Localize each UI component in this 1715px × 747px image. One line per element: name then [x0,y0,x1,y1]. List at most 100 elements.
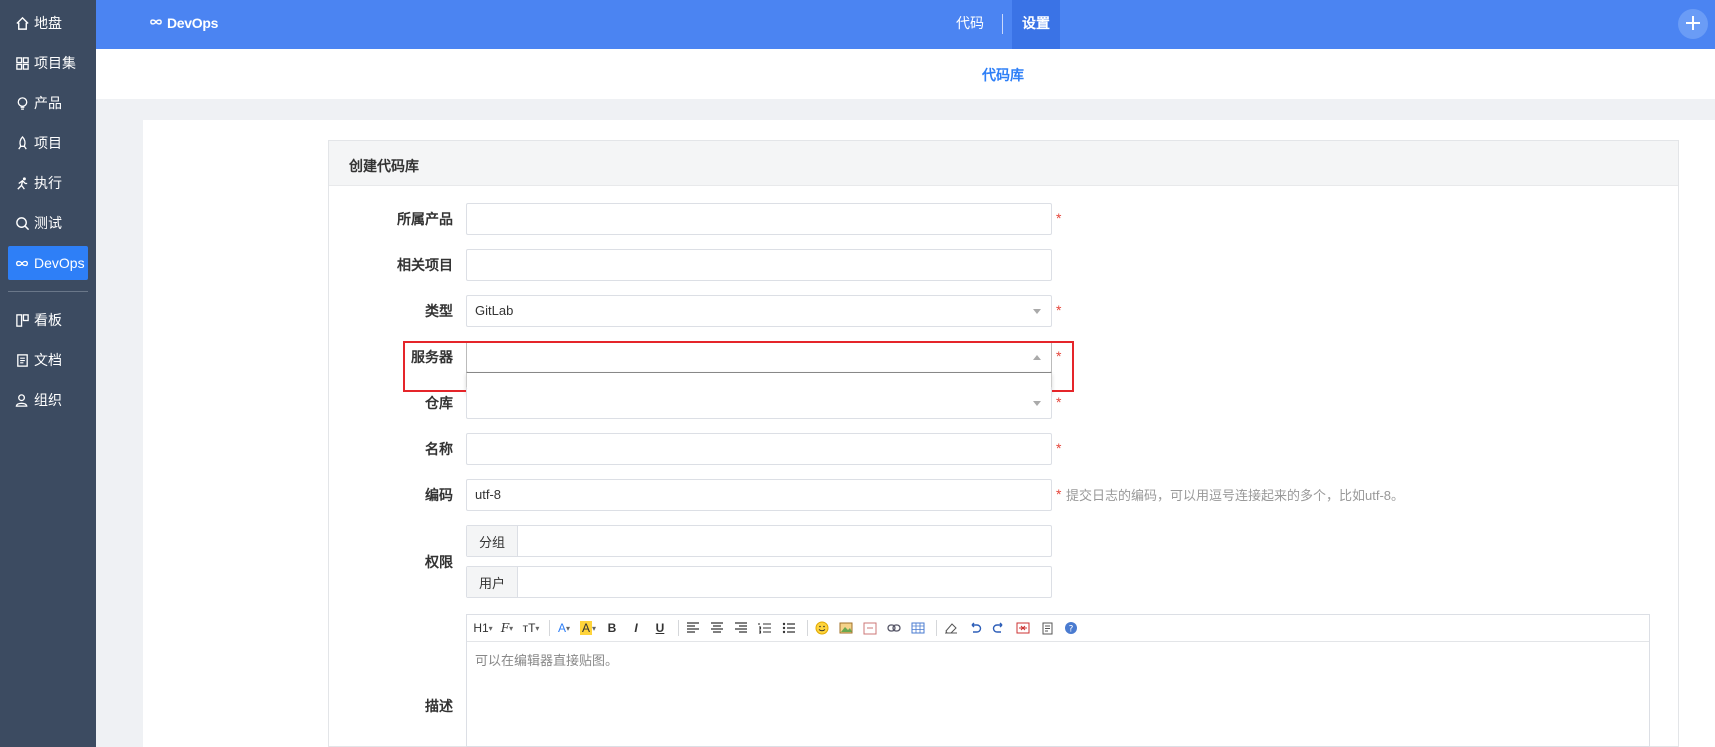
lightbulb-icon [14,95,30,111]
unordered-list-icon[interactable] [779,618,799,638]
sidebar-item-label: 地盘 [34,15,62,31]
encoding-hint: 提交日志的编码，可以用逗号连接起来的多个，比如utf-8。 [1066,488,1405,503]
table-icon[interactable] [908,618,928,638]
infinity-icon [148,15,164,31]
template-icon[interactable] [1037,618,1057,638]
project-label: 相关项目 [397,257,453,273]
sidebar-item-doc[interactable]: 文档 [8,343,88,377]
top-bar: DevOps 代码 设置 [96,0,1715,49]
acl-group-input[interactable]: 分组 [466,525,1052,557]
font-size-button[interactable]: тT ▾ [521,618,541,638]
ordered-list-icon[interactable] [755,618,775,638]
flash-icon[interactable] [860,618,880,638]
align-center-icon[interactable] [707,618,727,638]
chevron-up-icon [1033,355,1041,360]
subnav-item-repo[interactable]: 代码库 [982,65,1024,85]
sidebar-item-org[interactable]: 组织 [8,383,88,417]
run-icon [14,175,30,191]
acl-user-addon: 用户 [467,567,518,597]
server-select[interactable] [466,341,1052,373]
sidebar-item-dashboard[interactable]: 地盘 [8,6,88,40]
eraser-icon[interactable] [941,618,961,638]
align-left-icon[interactable] [683,618,703,638]
toolbar-separator [678,620,679,636]
sidebar-item-kanban[interactable]: 看板 [8,303,88,337]
kanban-icon [14,312,30,328]
bold-button[interactable]: B [602,618,622,638]
app-brand[interactable]: DevOps [148,15,218,31]
rocket-icon [14,135,30,151]
toolbar-separator [936,620,937,636]
sidebar-item-label: 组织 [34,392,62,408]
sidebar-item-devops[interactable]: DevOps [8,246,88,280]
image-icon[interactable] [836,618,856,638]
sidebar-item-label: 文档 [34,352,62,368]
emoji-icon[interactable] [812,618,832,638]
sidebar-item-project[interactable]: 项目 [8,126,88,160]
book-icon [14,352,30,368]
sidebar-item-execution[interactable]: 执行 [8,166,88,200]
tab-code[interactable]: 代码 [946,0,994,49]
repo-label: 仓库 [425,395,453,411]
help-icon[interactable]: ? [1061,618,1081,638]
tab-separator [1002,14,1003,34]
grid-icon [14,55,30,71]
sidebar-item-label: 执行 [34,175,62,191]
infinity-icon [14,255,30,271]
encoding-label: 编码 [425,487,453,503]
sidebar: 地盘 项目集 产品 项目 执行 测试 DevOps 看板 文档 组织 [0,0,96,747]
acl-user-input[interactable]: 用户 [466,566,1052,598]
chevron-down-icon [1033,401,1041,406]
users-icon [14,392,30,408]
highlight-color-button[interactable]: A ▾ [578,618,598,638]
editor-toolbar: H1 ▾ F ▾ тT ▾ A ▾ A ▾ B I U ? [467,615,1649,642]
sidebar-item-program[interactable]: 项目集 [8,46,88,80]
type-required-mark: * [1056,302,1062,318]
acl-user-field[interactable] [518,567,1051,597]
product-required-mark: * [1056,210,1062,226]
sidebar-item-label: 项目集 [34,55,76,71]
link-icon[interactable] [884,618,904,638]
product-label: 所属产品 [397,211,453,227]
acl-label: 权限 [425,554,453,570]
home-icon [14,15,30,31]
project-select[interactable] [466,249,1052,281]
font-color-button[interactable]: A ▾ [554,618,574,638]
redo-icon[interactable] [989,618,1009,638]
align-right-icon[interactable] [731,618,751,638]
toolbar-separator [807,620,808,636]
type-select[interactable]: GitLab [466,295,1052,327]
sidebar-item-label: 看板 [34,312,62,328]
server-required-mark: * [1056,348,1062,364]
server-label: 服务器 [411,349,453,365]
form-title: 创建代码库 [349,158,419,174]
type-select-value: GitLab [475,303,514,318]
underline-button[interactable]: U [650,618,670,638]
acl-group-field[interactable] [518,526,1051,556]
type-label: 类型 [425,303,453,319]
page-break-icon[interactable] [1013,618,1033,638]
encoding-input[interactable]: utf-8 [466,479,1052,511]
create-button[interactable] [1678,9,1708,39]
sidebar-item-product[interactable]: 产品 [8,86,88,120]
name-input[interactable] [466,433,1052,465]
heading-button[interactable]: H1 ▾ [473,618,493,638]
font-family-button[interactable]: F ▾ [497,618,517,638]
sidebar-item-test[interactable]: 测试 [8,206,88,240]
editor-body[interactable]: 可以在编辑器直接贴图。 [467,642,1649,677]
description-editor[interactable]: H1 ▾ F ▾ тT ▾ A ▾ A ▾ B I U ? 可以在编辑器直接贴图。 [466,614,1650,747]
tab-settings[interactable]: 设置 [1012,0,1060,49]
editor-placeholder: 可以在编辑器直接贴图。 [475,653,619,668]
undo-icon[interactable] [965,618,985,638]
description-label: 描述 [425,698,453,714]
sub-nav-bar: 代码库 [96,49,1715,99]
repo-select[interactable] [466,387,1052,419]
form-header: 创建代码库 [329,141,1678,186]
toolbar-separator [549,620,550,636]
svg-text:?: ? [1069,625,1074,635]
italic-button[interactable]: I [626,618,646,638]
sidebar-item-label: 项目 [34,135,62,151]
product-select[interactable] [466,203,1052,235]
encoding-required-mark: * [1056,486,1062,502]
name-required-mark: * [1056,440,1062,456]
